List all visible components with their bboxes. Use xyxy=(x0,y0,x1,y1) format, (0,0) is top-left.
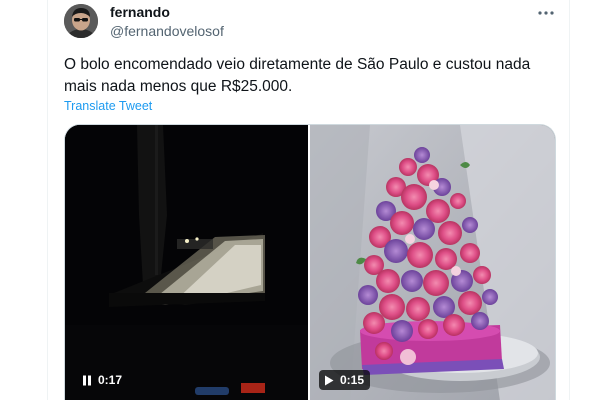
more-options-button[interactable] xyxy=(532,2,560,24)
video-night-drive[interactable]: 0:17 xyxy=(65,125,308,400)
video-duration: 0:15 xyxy=(340,373,365,387)
media-grid: 0:17 0:15 xyxy=(64,124,556,400)
video-thumbnail-flower-cake xyxy=(310,125,555,400)
video-duration-badge: 0:15 xyxy=(319,370,371,390)
translate-tweet-link[interactable]: Translate Tweet xyxy=(64,99,152,113)
pause-icon xyxy=(83,375,91,385)
avatar[interactable] xyxy=(64,4,98,38)
timeline-border-left xyxy=(47,0,48,400)
more-horizontal-icon xyxy=(538,11,554,15)
author-name[interactable]: fernando xyxy=(110,4,170,20)
video-flower-cake[interactable]: 0:15 xyxy=(310,125,555,400)
video-thumbnail-night-drive xyxy=(65,125,308,400)
video-duration: 0:17 xyxy=(98,373,123,387)
video-duration-badge: 0:17 xyxy=(77,370,128,390)
timeline-border-right xyxy=(569,0,570,400)
tweet-text: O bolo encomendado veio diretamente de S… xyxy=(64,56,531,95)
play-icon xyxy=(325,375,334,385)
author-handle[interactable]: @fernandovelosof xyxy=(110,23,224,39)
tweet-page: fernando @fernandovelosof O bolo encomen… xyxy=(0,0,600,400)
